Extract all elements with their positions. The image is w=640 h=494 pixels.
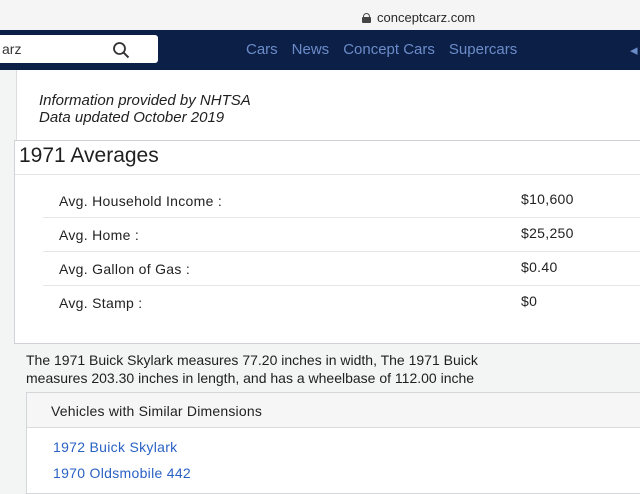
nav-link-news[interactable]: News xyxy=(292,41,330,58)
search-input-value: arz xyxy=(2,41,22,57)
search-icon[interactable] xyxy=(112,41,130,59)
averages-row: Avg. Home : $25,250 xyxy=(43,217,640,252)
url-text: conceptcarz.com xyxy=(377,10,476,25)
site-navbar: arz Cars News Concept Cars Supercars ◂ xyxy=(0,30,640,70)
data-updated-text: Data updated October 2019 xyxy=(39,109,225,126)
nav-link-concept-cars[interactable]: Concept Cars xyxy=(343,41,435,58)
nav-more-icon[interactable]: ◂ xyxy=(630,41,638,59)
similar-vehicles-card: Vehicles with Similar Dimensions 1972 Bu… xyxy=(26,392,640,494)
description-line: measures 203.30 inches in length, and ha… xyxy=(26,370,475,386)
averages-title: 1971 Averages xyxy=(19,144,159,167)
nav-link-supercars[interactable]: Supercars xyxy=(449,41,517,58)
nav-link-cars[interactable]: Cars xyxy=(246,41,278,58)
averages-row: Avg. Household Income : $10,600 xyxy=(43,183,640,218)
row-label: Avg. Home : xyxy=(59,227,140,243)
averages-row: Avg. Gallon of Gas : $0.40 xyxy=(43,251,640,286)
row-label: Avg. Household Income : xyxy=(59,193,223,209)
similar-vehicles-title: Vehicles with Similar Dimensions xyxy=(51,403,263,419)
similar-vehicles-header: Vehicles with Similar Dimensions xyxy=(27,393,640,428)
data-source-text: Information provided by NHTSA xyxy=(39,92,251,109)
data-source-card: Information provided by NHTSA Data updat… xyxy=(16,70,640,143)
nav-links: Cars News Concept Cars Supercars xyxy=(246,41,517,58)
averages-row: Avg. Stamp : $0 xyxy=(43,285,640,319)
row-value: $25,250 xyxy=(521,225,574,241)
search-input[interactable]: arz xyxy=(0,35,158,63)
row-label: Avg. Stamp : xyxy=(59,295,143,311)
similar-vehicle-link[interactable]: 1972 Buick Skylark xyxy=(53,439,177,455)
averages-card: 1971 Averages Avg. Household Income : $1… xyxy=(14,140,640,344)
dimensions-description: The 1971 Buick Skylark measures 77.20 in… xyxy=(26,351,640,387)
row-value: $10,600 xyxy=(521,191,574,207)
lock-icon xyxy=(362,12,371,23)
row-value: $0.40 xyxy=(521,259,558,275)
description-line: The 1971 Buick Skylark measures 77.20 in… xyxy=(26,352,478,368)
divider xyxy=(15,174,640,175)
row-label: Avg. Gallon of Gas : xyxy=(59,261,191,277)
url-display[interactable]: conceptcarz.com xyxy=(362,10,475,25)
similar-vehicle-link[interactable]: 1970 Oldsmobile 442 xyxy=(53,465,191,481)
row-value: $0 xyxy=(521,293,538,309)
